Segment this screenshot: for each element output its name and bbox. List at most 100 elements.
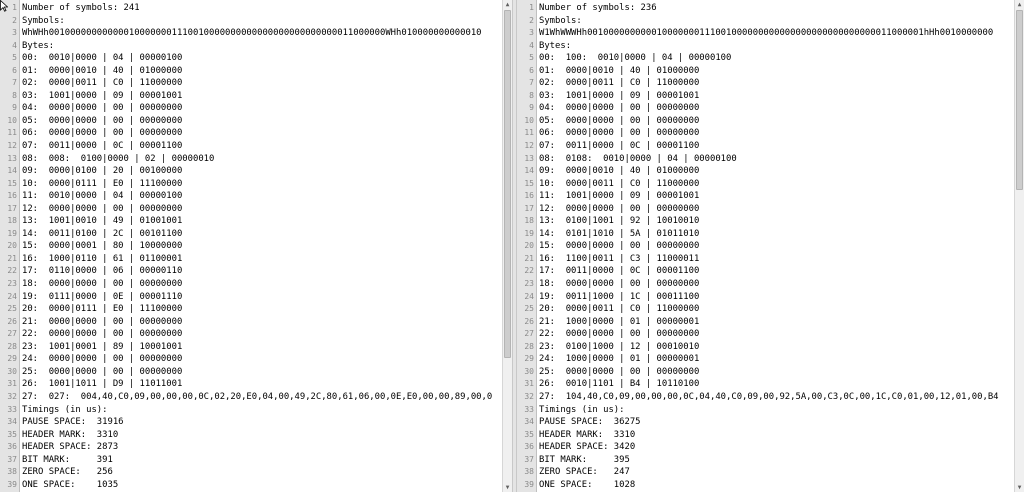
left-editor-line[interactable]: 30 25: 0000|0000 | 00 | 00000000	[0, 366, 512, 379]
line-text[interactable]: 18: 0000|0000 | 00 | 00000000	[22, 278, 182, 291]
line-text[interactable]: 17: 0011|0000 | 0C | 00001100	[539, 265, 699, 278]
line-text[interactable]: 09: 0000|0100 | 20 | 00100000	[22, 165, 182, 178]
left-editor-line[interactable]: 12 07: 0011|0000 | 0C | 00001100	[0, 140, 512, 153]
line-text[interactable]: 07: 0011|0000 | 0C | 00001100	[22, 140, 182, 153]
line-text[interactable]: 14: 0101|1010 | 5A | 01011010	[539, 228, 699, 241]
line-text[interactable]: Symbols:	[22, 15, 65, 28]
line-text[interactable]: ZERO SPACE: 256	[22, 466, 113, 479]
right-editor-line[interactable]: 7 02: 0000|0011 | C0 | 11000000	[517, 77, 1024, 90]
scroll-up-arrow-icon[interactable]: ▲	[1015, 0, 1024, 9]
line-text[interactable]: 05: 0000|0000 | 00 | 00000000	[539, 115, 699, 128]
line-text[interactable]: HEADER MARK: 3310	[539, 429, 635, 442]
line-text[interactable]: 23: 1001|0001 | 89 | 10001001	[22, 341, 182, 354]
left-editor-line[interactable]: 33 Timings (in us):	[0, 404, 512, 417]
left-editor-line[interactable]: 5 00: 0010|0000 | 04 | 00000100	[0, 52, 512, 65]
right-editor-line[interactable]: 25 20: 0000|0011 | C0 | 11000000	[517, 303, 1024, 316]
line-text[interactable]: 02: 0000|0011 | C0 | 11000000	[539, 77, 699, 90]
left-editor-line[interactable]: 6 01: 0000|0010 | 40 | 01000000	[0, 65, 512, 78]
right-editor-line[interactable]: 17 12: 0000|0000 | 00 | 00000000	[517, 203, 1024, 216]
line-text[interactable]: 14: 0011|0100 | 2C | 00101100	[22, 228, 182, 241]
right-editor-line[interactable]: 8 03: 1001|0000 | 09 | 00001001	[517, 90, 1024, 103]
line-text[interactable]: ONE SPACE: 1035	[22, 479, 118, 492]
line-text[interactable]: 26: 0010|1101 | B4 | 10110100	[539, 378, 699, 391]
line-text[interactable]: 21: 0000|0000 | 00 | 00000000	[22, 316, 182, 329]
line-text[interactable]: 11: 0010|0000 | 04 | 00000100	[22, 190, 182, 203]
left-editor-line[interactable]: 1 Number of symbols: 241	[0, 2, 512, 15]
left-editor-line[interactable]: 13 08: 008: 0100|0000 | 02 | 00000010	[0, 153, 512, 166]
left-editor-line[interactable]: 28 23: 1001|0001 | 89 | 10001001	[0, 341, 512, 354]
left-editor-line[interactable]: 27 22: 0000|0000 | 00 | 00000000	[0, 328, 512, 341]
right-editor-line[interactable]: 33 Timings (in us):	[517, 404, 1024, 417]
line-text[interactable]: BIT MARK: 391	[22, 454, 113, 467]
line-text[interactable]: 00: 100: 0010|0000 | 04 | 00000100	[539, 52, 731, 65]
line-text[interactable]: 10: 0000|0011 | C0 | 11000000	[539, 178, 699, 191]
line-text[interactable]: 10: 0000|0111 | E0 | 11100000	[22, 178, 182, 191]
left-editor-line[interactable]: 22 17: 0110|0000 | 06 | 00000110	[0, 265, 512, 278]
line-text[interactable]: 21: 1000|0000 | 01 | 00000001	[539, 316, 699, 329]
left-editor-line[interactable]: 3 WhWHh0010000000000001000000011100100000…	[0, 27, 512, 40]
left-editor-line[interactable]: 7 02: 0000|0011 | C0 | 11000000	[0, 77, 512, 90]
left-editor-line[interactable]: 38 ZERO SPACE: 256	[0, 466, 512, 479]
left-editor-line[interactable]: 14 09: 0000|0100 | 20 | 00100000	[0, 165, 512, 178]
line-text[interactable]: Bytes:	[539, 40, 571, 53]
right-editor-line[interactable]: 14 09: 0000|0010 | 40 | 01000000	[517, 165, 1024, 178]
line-text[interactable]: 09: 0000|0010 | 40 | 01000000	[539, 165, 699, 178]
right-editor-line[interactable]: 20 15: 0000|0000 | 00 | 00000000	[517, 240, 1024, 253]
right-editor-line[interactable]: 35 HEADER MARK: 3310	[517, 429, 1024, 442]
line-text[interactable]: 13: 1001|0010 | 49 | 01001001	[22, 215, 182, 228]
line-text[interactable]: 08: 008: 0100|0000 | 02 | 00000010	[22, 153, 214, 166]
line-text[interactable]: PAUSE SPACE: 36275	[539, 416, 641, 429]
line-text[interactable]: 19: 0111|0000 | 0E | 00001110	[22, 291, 182, 304]
line-text[interactable]: 15: 0000|0001 | 80 | 10000000	[22, 240, 182, 253]
left-editor-line[interactable]: 2 Symbols:	[0, 15, 512, 28]
left-editor-line[interactable]: 37 BIT MARK: 391	[0, 454, 512, 467]
left-editor-line[interactable]: 36 HEADER SPACE: 2873	[0, 441, 512, 454]
right-editor-line[interactable]: 29 24: 1000|0000 | 01 | 00000001	[517, 353, 1024, 366]
line-text[interactable]: Number of symbols: 236	[539, 2, 657, 15]
line-text[interactable]: 20: 0000|0111 | E0 | 11100000	[22, 303, 182, 316]
right-editor-line[interactable]: 16 11: 1001|0000 | 09 | 00001001	[517, 190, 1024, 203]
line-text[interactable]: 01: 0000|0010 | 40 | 01000000	[22, 65, 182, 78]
right-editor-line[interactable]: 24 19: 0011|1000 | 1C | 00011100	[517, 291, 1024, 304]
right-editor-line[interactable]: 21 16: 1100|0011 | C3 | 11000011	[517, 253, 1024, 266]
left-editor-line[interactable]: 21 16: 1000|0110 | 61 | 01100001	[0, 253, 512, 266]
line-text[interactable]: 04: 0000|0000 | 00 | 00000000	[539, 102, 699, 115]
left-editor-line[interactable]: 29 24: 0000|0000 | 00 | 00000000	[0, 353, 512, 366]
line-text[interactable]: 03: 1001|0000 | 09 | 00001001	[539, 90, 699, 103]
right-editor-line[interactable]: 30 25: 0000|0000 | 00 | 00000000	[517, 366, 1024, 379]
right-editor-line[interactable]: 18 13: 0100|1001 | 92 | 10010010	[517, 215, 1024, 228]
line-text[interactable]: 04: 0000|0000 | 00 | 00000000	[22, 102, 182, 115]
line-text[interactable]: 02: 0000|0011 | C0 | 11000000	[22, 77, 182, 90]
line-text[interactable]: 18: 0000|0000 | 00 | 00000000	[539, 278, 699, 291]
right-text-lines[interactable]: 1 Number of symbols: 236 2 Symbols: 3 W1WhWWW…	[517, 2, 1024, 491]
line-text[interactable]: 07: 0011|0000 | 0C | 00001100	[539, 140, 699, 153]
left-editor-line[interactable]: 32 27: 027: 004,40,C0,09,00,00,00,0C,02,2…	[0, 391, 512, 404]
right-editor-line[interactable]: 36 HEADER SPACE: 3420	[517, 441, 1024, 454]
line-text[interactable]: 25: 0000|0000 | 00 | 00000000	[22, 366, 182, 379]
left-editor-line[interactable]: 25 20: 0000|0111 | E0 | 11100000	[0, 303, 512, 316]
right-editor-pane[interactable]: 1 Number of symbols: 236 2 Symbols: 3 W1WhWWW…	[517, 0, 1024, 492]
line-text[interactable]: HEADER SPACE: 3420	[539, 441, 635, 454]
right-editor-line[interactable]: 2 Symbols:	[517, 15, 1024, 28]
right-editor-line[interactable]: 4 Bytes:	[517, 40, 1024, 53]
line-text[interactable]: PAUSE SPACE: 31916	[22, 416, 124, 429]
left-editor-line[interactable]: 35 HEADER MARK: 3310	[0, 429, 512, 442]
line-text[interactable]: Timings (in us):	[539, 404, 625, 417]
right-editor-line[interactable]: 12 07: 0011|0000 | 0C | 00001100	[517, 140, 1024, 153]
line-text[interactable]: 19: 0011|1000 | 1C | 00011100	[539, 291, 699, 304]
right-editor-line[interactable]: 15 10: 0000|0011 | C0 | 11000000	[517, 178, 1024, 191]
right-editor-line[interactable]: 37 BIT MARK: 395	[517, 454, 1024, 467]
left-editor-line[interactable]: 16 11: 0010|0000 | 04 | 00000100	[0, 190, 512, 203]
line-text[interactable]: BIT MARK: 395	[539, 454, 630, 467]
line-text[interactable]: 26: 1001|1011 | D9 | 11011001	[22, 378, 182, 391]
line-text[interactable]: Bytes:	[22, 40, 54, 53]
left-editor-line[interactable]: 18 13: 1001|0010 | 49 | 01001001	[0, 215, 512, 228]
line-text[interactable]: 11: 1001|0000 | 09 | 00001001	[539, 190, 699, 203]
right-editor-line[interactable]: 26 21: 1000|0000 | 01 | 00000001	[517, 316, 1024, 329]
left-editor-line[interactable]: 34 PAUSE SPACE: 31916	[0, 416, 512, 429]
line-text[interactable]: 27: 104,40,C0,09,00,00,00,0C,04,40,C0,09…	[539, 391, 999, 404]
line-text[interactable]: 17: 0110|0000 | 06 | 00000110	[22, 265, 182, 278]
left-editor-pane[interactable]: 1 Number of symbols: 241 2 Symbols: 3 WhWHh00…	[0, 0, 512, 492]
line-text[interactable]: Symbols:	[539, 15, 582, 28]
line-text[interactable]: 12: 0000|0000 | 00 | 00000000	[22, 203, 182, 216]
